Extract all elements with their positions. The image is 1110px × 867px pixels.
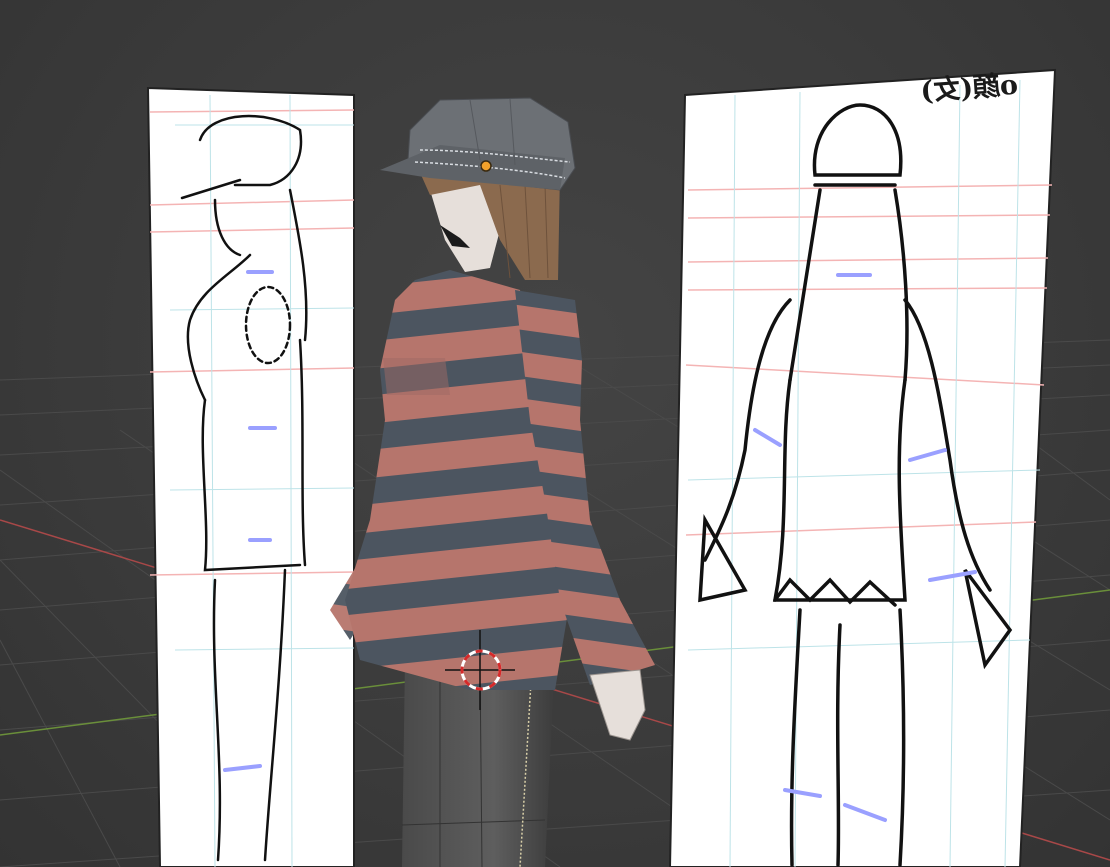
3d-viewport[interactable]: o顔(女)	[0, 0, 1110, 867]
side-view-sketch[interactable]	[146, 86, 355, 867]
origin-point	[480, 160, 492, 172]
character-cap[interactable]	[380, 97, 576, 191]
viewport-scene[interactable]	[0, 0, 1110, 867]
character-hand[interactable]	[589, 669, 646, 741]
front-view-sketch[interactable]	[668, 68, 1057, 867]
character-model[interactable]	[330, 97, 655, 867]
